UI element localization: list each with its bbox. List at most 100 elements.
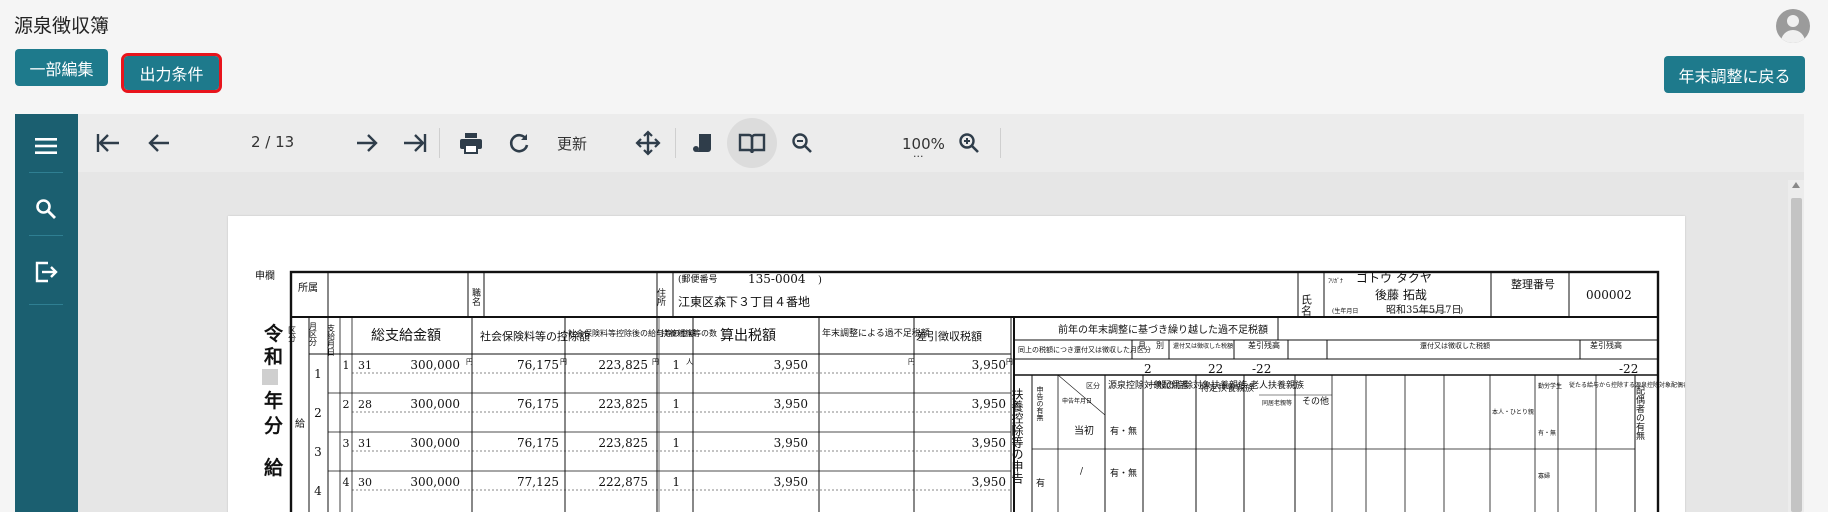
row-month-kubun: 3 (314, 445, 322, 459)
output-conditions-button[interactable]: 出力条件 (121, 53, 222, 93)
shortfall-header: 年末調整による過不足税額 (822, 327, 930, 339)
row-month-kubun: 2 (314, 406, 322, 420)
job-label: 職名 (470, 288, 481, 307)
row-dependents: 1 (672, 436, 680, 450)
unit-person: 人 (686, 358, 693, 366)
prev-year-title: 前年の年末調整に基づき繰り越した過不足税額 (1058, 323, 1268, 336)
row-day: 31 (358, 359, 372, 372)
export-icon[interactable] (29, 255, 63, 289)
spouse-yes-no-1: 有・無 (1110, 425, 1137, 437)
first-page-icon[interactable] (91, 126, 125, 160)
print-icon[interactable] (454, 126, 488, 160)
other-label: その他 (1302, 395, 1329, 407)
postal-close: ) (818, 275, 822, 286)
row-month: 1 (343, 359, 350, 372)
vertical-scrollbar[interactable] (1788, 180, 1804, 512)
reduction-text: 従たる給与から控除する源泉控除対象配偶者と控除対象扶養親族の合計数 (1569, 381, 1685, 389)
menu-icon[interactable] (29, 129, 63, 163)
birth-label: (生年月日 (1332, 307, 1358, 315)
serial-value: 000002 (1586, 288, 1632, 302)
era-char-5: 分 (264, 415, 283, 437)
month-label: 月 (1138, 341, 1146, 350)
row-dependents: 1 (672, 358, 680, 372)
affiliation-label: 所属 (298, 282, 318, 294)
row-social-insurance: 76,175 (517, 436, 559, 450)
row-dependents: 1 (672, 475, 680, 489)
declare-label: 申告の有無 (1036, 385, 1044, 422)
zoom-menu[interactable]: ... (913, 147, 924, 160)
furigana-label: ﾌﾘｶﾞﾅ (1328, 278, 1343, 285)
row-social-insurance: 77,125 (517, 475, 559, 489)
refund-label-2: 還付又は徴収した税額 (1420, 341, 1490, 350)
row-tax: 3,950 (774, 358, 808, 372)
row-day: 31 (358, 437, 372, 450)
tax-header: 算出税額 (720, 328, 776, 344)
month-kubun-header: 月区分 (309, 322, 318, 347)
address-label: 住所 (655, 287, 666, 307)
widow-label: 寡婦 (1538, 472, 1550, 480)
row-social-insurance: 76,175 (517, 397, 559, 411)
person-yes-no: 有・無 (1538, 429, 1556, 437)
row-day: 28 (358, 398, 372, 411)
row-total-pay: 300,000 (410, 436, 460, 450)
total-pay-header: 総支給金額 (371, 328, 441, 344)
diff-label: 差引残高 (1248, 340, 1280, 350)
book-view-icon[interactable] (727, 118, 777, 168)
row-social-insurance: 76,175 (517, 358, 559, 372)
row-month-kubun: 1 (314, 367, 322, 381)
page-indicator[interactable]: 2 / 13 (251, 133, 294, 151)
row-month: 3 (343, 437, 350, 450)
elderly-dep-label: 老人扶養親族 (1250, 379, 1304, 391)
next-page-icon[interactable] (350, 126, 384, 160)
document-page: 申欄 所属 職名 住所 (郵便番号 135-0004 ) 江東区森下３丁目４番地… (228, 216, 1685, 512)
working-student-label: 勤労学生 (1538, 382, 1562, 390)
era-char-4: 年 (264, 389, 283, 412)
zoom-out-icon[interactable] (785, 126, 819, 160)
era-char-6: 給 (264, 456, 284, 479)
user-avatar-icon[interactable] (1776, 9, 1810, 43)
slash-label: / (1080, 467, 1084, 477)
last-page-icon[interactable] (398, 126, 432, 160)
row-month-kubun: 4 (314, 484, 322, 498)
row-dependents: 1 (672, 397, 680, 411)
row-after-deduction: 223,825 (598, 397, 648, 411)
pay-date-header: 支給月日 (327, 323, 336, 357)
salary-side-label: 給 (295, 417, 305, 430)
initial-label: 当初 (1074, 424, 1094, 437)
zoom-in-icon[interactable] (952, 126, 986, 160)
kubun-right-label: 区分 (1086, 381, 1100, 390)
refresh-label[interactable]: 更新 (557, 133, 587, 154)
unit-yen: 円 (1006, 358, 1013, 366)
search-icon[interactable] (29, 192, 63, 226)
separate-label: 別 (1156, 341, 1164, 350)
row-total-pay: 300,000 (410, 397, 460, 411)
spouse-yes-no-2: 有・無 (1110, 467, 1137, 479)
address-value: 江東区森下３丁目４番地 (678, 294, 810, 309)
furigana-value: ゴトウ タクヤ (1356, 270, 1432, 285)
kubun-header: 区分 (288, 326, 297, 343)
row-withheld: 3,950 (972, 358, 1006, 372)
partial-edit-button[interactable]: 一部編集 (15, 49, 108, 86)
pan-icon[interactable] (631, 126, 665, 160)
refresh-icon[interactable] (502, 126, 536, 160)
era-char-1: 令 (264, 322, 284, 345)
refund-label: 還付又は徴収した税額 (1173, 342, 1233, 350)
row-total-pay: 300,000 (410, 475, 460, 489)
document-canvas[interactable]: 申欄 所属 職名 住所 (郵便番号 135-0004 ) 江東区森下３丁目４番地… (78, 172, 1804, 512)
row-after-deduction: 223,825 (598, 358, 648, 372)
scroll-page-icon[interactable] (686, 126, 720, 160)
person-combo-label: 本人・ひとり親 (1492, 408, 1534, 416)
previous-page-icon[interactable] (142, 126, 176, 160)
withholding-ledger-form: 申欄 所属 職名 住所 (郵便番号 135-0004 ) 江東区森下３丁目４番地… (255, 269, 1685, 512)
row-tax: 3,950 (774, 475, 808, 489)
dependents-header: 扶養親族等の数 (661, 328, 717, 338)
back-to-year-end-button[interactable]: 年末調整に戻る (1664, 56, 1805, 93)
row-day: 30 (358, 476, 372, 489)
ledger-rows: 11 31 300,000 76,175 223,825 1 3,950 3,950円円円人円… (314, 358, 1013, 498)
postal-code: 135-0004 (748, 272, 806, 286)
living-together-label: 同居老親等 (1262, 399, 1292, 407)
birth-close: ) (1460, 306, 1463, 315)
amount-1: 22 (1208, 362, 1223, 376)
row-total-pay: 300,000 (410, 358, 460, 372)
pdf-viewer: 2 / 13 更新 100% ... 申欄 所属 職名 住所 (郵便番号 135… (15, 114, 1804, 512)
